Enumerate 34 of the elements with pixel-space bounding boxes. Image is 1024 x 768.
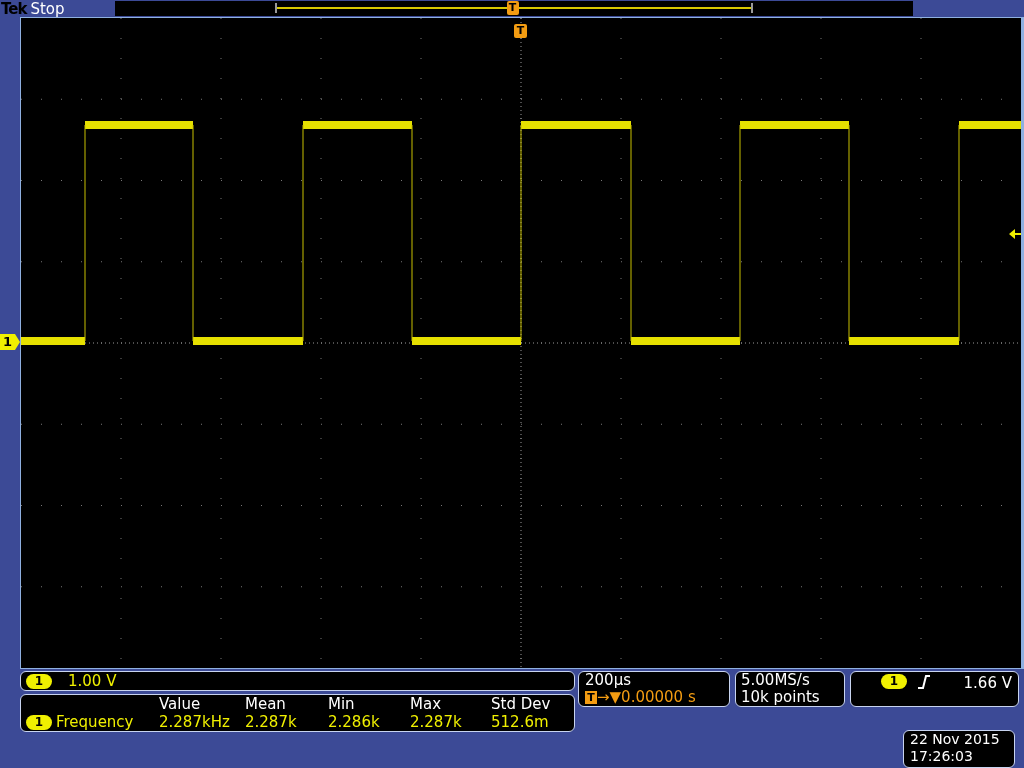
column-header: Mean	[245, 695, 287, 713]
acquisition-readout[interactable]: 5.00MS/s 10k points	[735, 671, 845, 707]
delay-marker: →▼	[597, 689, 622, 706]
acquisition-status: Stop	[30, 0, 65, 18]
trigger-badge: T	[585, 691, 597, 704]
measurement-value: 2.287k	[410, 713, 463, 731]
horizontal-scale: 200µs	[585, 672, 632, 689]
timebase-readout[interactable]: 200µs T→▼0.00000 s	[578, 671, 730, 707]
trigger-position-marker: T	[514, 24, 527, 38]
measurement-value: 512.6m	[491, 713, 550, 731]
trigger-level: 1.66 V	[963, 674, 1012, 692]
trigger-level-arrow-icon	[1009, 229, 1021, 239]
measurement-value: 2.287kHz	[159, 713, 231, 731]
measurement-value: 2.287k	[245, 713, 298, 731]
channel-readout[interactable]: 1 1.00 V	[20, 671, 575, 691]
rising-edge-icon	[917, 674, 931, 690]
channel-marker[interactable]: 1	[0, 334, 20, 350]
channel-badge: 1	[881, 674, 907, 689]
vertical-scale: 1.00 V	[68, 672, 117, 690]
date: 22 Nov 2015	[910, 731, 1001, 748]
column-header: Max	[410, 695, 442, 713]
brand-label: Tek	[1, 0, 27, 18]
measurement-value: 2.286k	[328, 713, 381, 731]
column-header: Std Dev	[491, 695, 552, 713]
horizontal-delay: 0.00000 s	[621, 689, 696, 706]
column-header: Min	[328, 695, 356, 713]
trigger-readout[interactable]: 1 1.66 V	[850, 671, 1019, 707]
measurement-name: Frequency	[56, 713, 134, 731]
column-header: Value	[159, 695, 202, 713]
record-length: 10k points	[741, 689, 821, 706]
channel-badge: 1	[26, 714, 52, 730]
sample-rate: 5.00MS/s	[741, 672, 811, 689]
time: 17:26:03	[910, 748, 974, 765]
channel-badge: 1	[26, 673, 52, 689]
